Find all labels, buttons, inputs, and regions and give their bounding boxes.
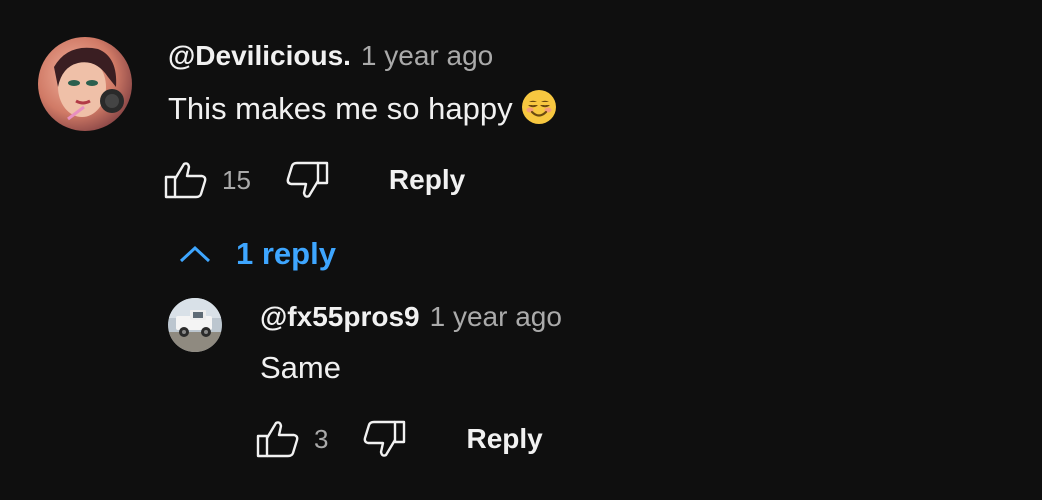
comment-text: This makes me so happy [168,91,513,127]
reply-header: @fx55pros9 1 year ago [260,301,562,333]
replies-toggle[interactable]: 1 reply [178,236,336,272]
profile-photo-avatar-icon [38,37,132,131]
like-count: 15 [222,164,251,195]
chevron-up-icon [179,245,211,263]
reply-actions: 3 Reply [256,419,543,459]
comment-actions: 15 Reply [164,160,465,200]
smiling-face-icon [521,89,557,133]
comment-timestamp[interactable]: 1 year ago [361,40,493,72]
replies-count-label: 1 reply [236,236,336,271]
reply-commenter-avatar[interactable] [168,298,222,352]
comment-text-container: This makes me so happy [168,89,557,133]
thumbs-down-icon[interactable] [362,419,406,459]
commenter-avatar[interactable] [38,37,132,131]
thumbs-up-icon[interactable] [256,419,300,459]
comment-author[interactable]: @Devilicious. [168,40,351,72]
reply-timestamp[interactable]: 1 year ago [430,301,562,333]
reply-button[interactable]: Reply [389,164,465,196]
comments-section: @Devilicious. 1 year ago This makes me s… [0,0,1042,500]
thumbs-down-icon[interactable] [285,160,329,200]
thumbs-up-icon[interactable] [164,160,208,200]
like-count: 3 [314,423,329,454]
white-truck-avatar-icon [168,298,222,352]
reply-button[interactable]: Reply [466,423,542,455]
reply-text: Same [260,350,341,385]
reply-author[interactable]: @fx55pros9 [260,301,420,333]
comment-header: @Devilicious. 1 year ago [168,40,493,72]
